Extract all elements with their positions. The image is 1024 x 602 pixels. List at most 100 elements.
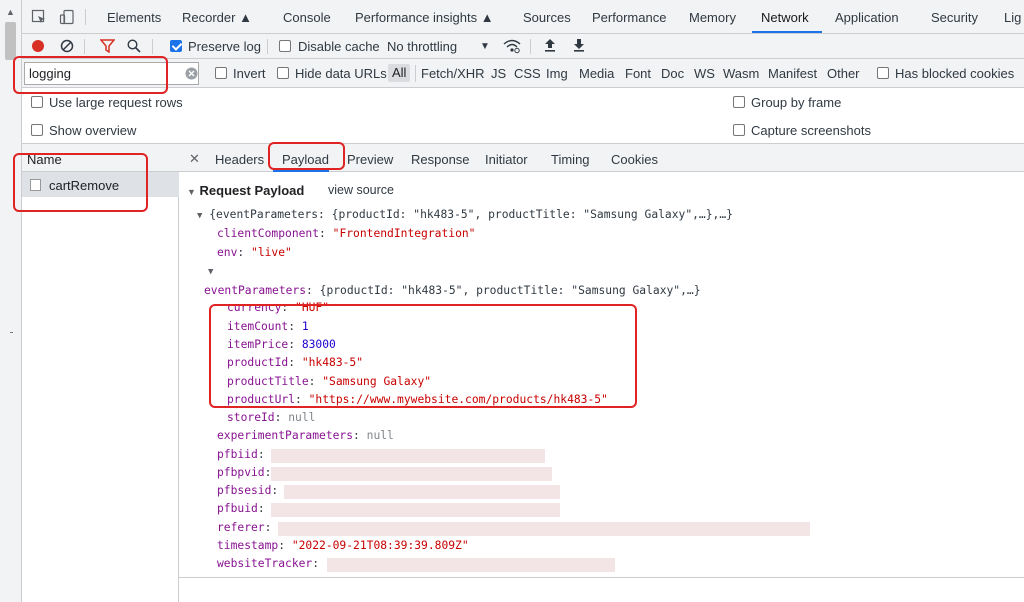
pfbuid-line: pfbuid: xyxy=(217,502,265,515)
filter-type-manifest[interactable]: Manifest xyxy=(768,66,817,81)
has-blocked-cookies-checkbox[interactable] xyxy=(877,67,889,79)
hide-data-urls-checkbox[interactable] xyxy=(277,67,289,79)
tab-sources[interactable]: Sources xyxy=(523,10,571,25)
store-id-line: storeId: null xyxy=(227,411,316,424)
expand-triangle-icon[interactable]: ▼ xyxy=(208,267,213,277)
disable-cache-label: Disable cache xyxy=(298,39,380,54)
invert-checkbox[interactable] xyxy=(215,67,227,79)
tab-recorder[interactable]: Recorder ▲ xyxy=(182,10,252,25)
filter-type-fetch-xhr[interactable]: Fetch/XHR xyxy=(421,66,485,81)
filter-type-other[interactable]: Other xyxy=(827,66,860,81)
pfbiid-line: pfbiid: xyxy=(217,448,265,461)
hide-data-urls-label: Hide data URLs xyxy=(295,66,387,81)
clear-filter-icon[interactable] xyxy=(185,67,198,80)
scrollbar-thumb[interactable] xyxy=(5,22,16,60)
tab-lighthouse[interactable]: Lig xyxy=(1004,10,1021,25)
devtools-tab-bar: Elements Recorder ▲ Console Performance … xyxy=(22,0,1024,34)
redacted-value xyxy=(271,467,552,481)
show-overview-checkbox[interactable] xyxy=(31,124,43,136)
throttling-dropdown-icon[interactable]: ▼ xyxy=(480,41,490,52)
preserve-log-checkbox[interactable] xyxy=(170,40,182,52)
detail-tab-response[interactable]: Response xyxy=(411,152,470,167)
device-toolbar-icon[interactable] xyxy=(59,9,75,25)
detail-tab-cookies[interactable]: Cookies xyxy=(611,152,658,167)
group-by-frame-checkbox[interactable] xyxy=(733,96,745,108)
filter-type-ws[interactable]: WS xyxy=(694,66,715,81)
payload-root-line[interactable]: ▼ {eventParameters: {productId: "hk483-5… xyxy=(197,208,733,221)
disable-cache-checkbox[interactable] xyxy=(279,40,291,52)
tab-performance-insights[interactable]: Performance insights ▲ xyxy=(355,10,494,25)
network-conditions-icon[interactable] xyxy=(503,38,521,54)
tab-network[interactable]: Network xyxy=(761,10,809,25)
filter-icon[interactable] xyxy=(100,39,115,53)
export-har-icon[interactable] xyxy=(573,38,585,53)
view-source-link[interactable]: view source xyxy=(328,183,394,197)
active-tab-underline xyxy=(752,31,822,33)
large-rows-checkbox[interactable] xyxy=(31,96,43,108)
detail-tab-initiator[interactable]: Initiator xyxy=(485,152,528,167)
website-tracker-line: websiteTracker: xyxy=(217,557,320,570)
options-row-1: Use large request rows Group by frame xyxy=(22,88,1024,116)
toolbar-separator xyxy=(530,39,531,54)
experiment-parameters-line: experimentParameters: null xyxy=(217,429,394,442)
tab-elements[interactable]: Elements xyxy=(107,10,161,25)
show-overview-label: Show overview xyxy=(49,123,137,138)
throttling-select[interactable]: No throttling xyxy=(387,39,457,54)
filter-bar: Invert Hide data URLs All Fetch/XHR JS C… xyxy=(22,59,1024,88)
toolbar-separator xyxy=(267,39,268,54)
filter-type-wasm[interactable]: Wasm xyxy=(723,66,759,81)
flask-icon: ▲ xyxy=(239,10,252,25)
tab-performance[interactable]: Performance xyxy=(592,10,666,25)
annotation-box-event-parameters xyxy=(209,304,637,408)
expand-triangle-icon[interactable]: ▼ xyxy=(197,211,202,221)
client-component-line: clientComponent: "FrontendIntegration" xyxy=(217,227,476,240)
clear-icon[interactable] xyxy=(60,39,74,53)
filter-type-all[interactable]: All xyxy=(388,64,411,82)
timestamp-line: timestamp: "2022-09-21T08:39:39.809Z" xyxy=(217,539,469,552)
filter-separator xyxy=(415,65,416,82)
capture-screenshots-label: Capture screenshots xyxy=(751,123,871,138)
redacted-value xyxy=(284,485,560,499)
capture-screenshots-checkbox[interactable] xyxy=(733,124,745,136)
annotation-box-payload-tab xyxy=(268,142,345,170)
record-icon[interactable] xyxy=(31,39,45,53)
detail-tab-timing[interactable]: Timing xyxy=(551,152,590,167)
requests-panel: Name cartRemove xyxy=(22,144,179,602)
filter-type-media[interactable]: Media xyxy=(579,66,614,81)
filter-type-js[interactable]: JS xyxy=(491,66,506,81)
tab-security[interactable]: Security xyxy=(931,10,978,25)
filter-type-doc[interactable]: Doc xyxy=(661,66,684,81)
preserve-log-label: Preserve log xyxy=(188,39,261,54)
detail-tab-headers[interactable]: Headers xyxy=(215,152,264,167)
detail-tab-preview[interactable]: Preview xyxy=(347,152,393,167)
network-toolbar: Preserve log Disable cache No throttling… xyxy=(22,34,1024,59)
filter-type-img[interactable]: Img xyxy=(546,66,568,81)
env-line: env: "live" xyxy=(217,246,292,259)
inspect-element-icon[interactable] xyxy=(31,9,47,25)
expand-triangle-line[interactable]: ▼ xyxy=(208,264,213,277)
redacted-value xyxy=(271,503,560,517)
filter-type-font[interactable]: Font xyxy=(625,66,651,81)
large-rows-label: Use large request rows xyxy=(49,95,183,110)
has-blocked-cookies-label: Has blocked cookies xyxy=(895,66,1015,81)
flask-icon: ▲ xyxy=(480,10,494,25)
tabbar-separator xyxy=(85,9,86,25)
event-parameters-line[interactable]: eventParameters: {productId: "hk483-5", … xyxy=(204,284,701,297)
tab-memory[interactable]: Memory xyxy=(689,10,736,25)
collapse-triangle-icon[interactable]: ▼ xyxy=(187,187,196,197)
scroll-up-arrow-icon[interactable]: ▲ xyxy=(6,7,15,17)
tab-console[interactable]: Console xyxy=(283,10,331,25)
close-detail-icon[interactable]: ✕ xyxy=(189,151,200,167)
invert-label: Invert xyxy=(233,66,266,81)
options-row-2: Show overview Capture screenshots xyxy=(22,116,1024,144)
referer-line: referer: xyxy=(217,521,272,534)
pfbpvid-line: pfbpvid: xyxy=(217,466,272,479)
devtools-window: Elements Recorder ▲ Console Performance … xyxy=(13,0,1024,602)
redacted-value xyxy=(278,522,810,536)
pfbsesid-line: pfbsesid: xyxy=(217,484,279,497)
tab-application[interactable]: Application xyxy=(835,10,899,25)
search-icon[interactable] xyxy=(127,39,141,53)
import-har-icon[interactable] xyxy=(544,38,556,53)
filter-type-css[interactable]: CSS xyxy=(514,66,541,81)
request-payload-section[interactable]: ▼ Request Payload xyxy=(187,183,304,198)
